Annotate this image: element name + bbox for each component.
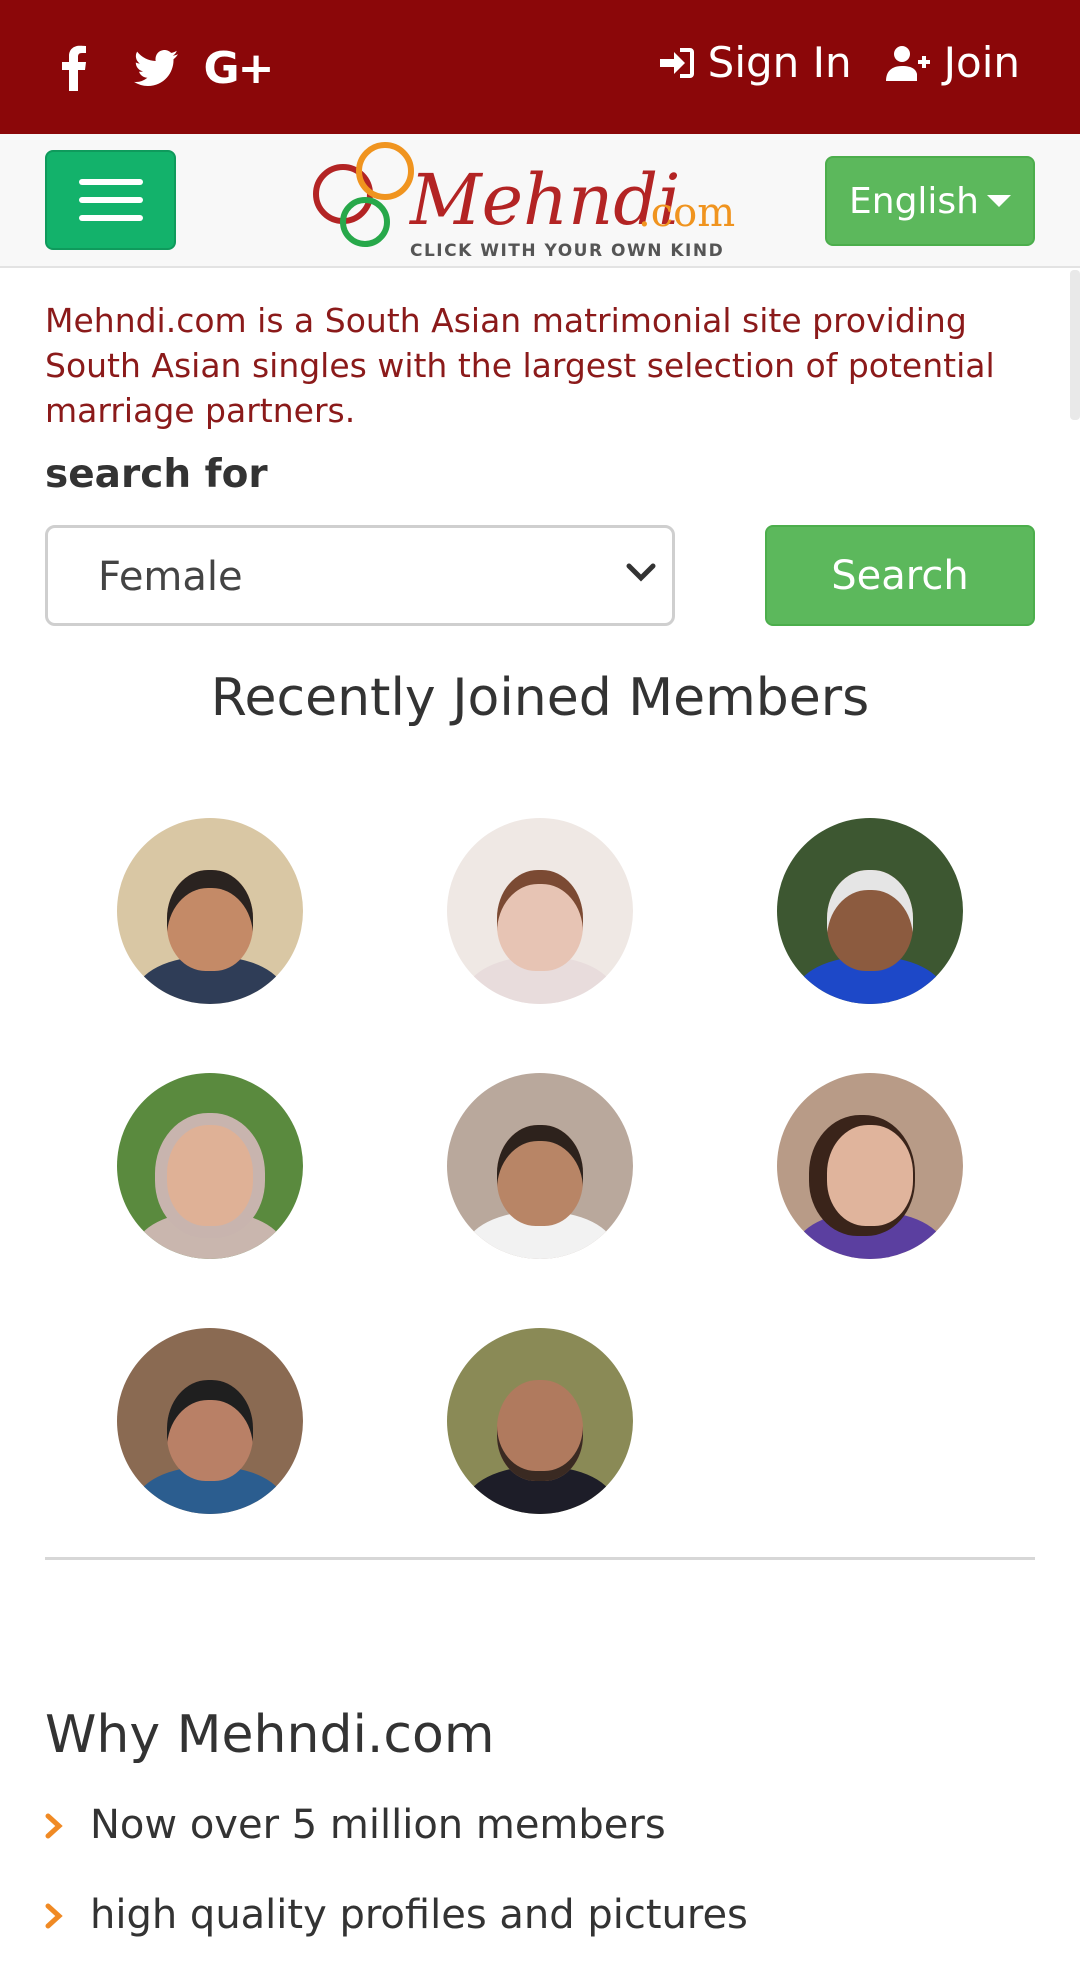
member-avatar[interactable] <box>777 818 963 1004</box>
chevron-right-icon <box>45 1813 63 1839</box>
intro-text: Mehndi.com is a South Asian matrimonial … <box>45 301 995 430</box>
why-title: Why Mehndi.com <box>45 1705 495 1765</box>
language-dropdown[interactable]: English <box>825 156 1035 246</box>
join-link[interactable]: Join <box>885 38 1020 87</box>
section-divider <box>45 1557 1035 1560</box>
chevron-down-icon <box>626 563 656 582</box>
list-item: high quality profiles and pictures <box>45 1890 1035 1940</box>
search-button[interactable]: Search <box>765 525 1035 626</box>
add-user-icon <box>885 45 930 81</box>
facebook-icon[interactable] <box>44 38 104 98</box>
menu-bar-icon <box>78 179 143 185</box>
list-item: Now over 5 million members <box>45 1800 1035 1850</box>
why-list: Now over 5 million members high quality … <box>45 1800 1035 1980</box>
scrollbar[interactable] <box>1070 270 1080 420</box>
gender-select-value: Female <box>98 554 243 600</box>
top-bar: G+ Sign In Join <box>0 0 1080 134</box>
gender-select[interactable]: Female <box>45 525 675 626</box>
search-label: search for <box>45 452 268 497</box>
google-plus-icon[interactable]: G+ <box>204 38 275 98</box>
language-label: English <box>849 180 979 222</box>
hamburger-menu-button[interactable] <box>45 150 176 250</box>
caret-down-icon <box>987 195 1011 207</box>
menu-bar-icon <box>78 215 143 221</box>
social-links: G+ <box>44 38 290 98</box>
member-avatar[interactable] <box>117 818 303 1004</box>
sign-in-link[interactable]: Sign In <box>658 38 852 87</box>
sign-in-label: Sign In <box>707 38 852 87</box>
menu-bar-icon <box>78 197 143 203</box>
svg-text:CLICK WITH YOUR OWN KIND: CLICK WITH YOUR OWN KIND <box>410 241 724 261</box>
why-item-text: Now over 5 million members <box>90 1802 666 1848</box>
twitter-icon[interactable] <box>126 38 186 98</box>
member-avatar[interactable] <box>777 1073 963 1259</box>
join-label: Join <box>943 38 1020 87</box>
member-avatar[interactable] <box>117 1328 303 1514</box>
recent-members-title: Recently Joined Members <box>210 668 870 728</box>
member-avatar[interactable] <box>447 1328 633 1514</box>
member-avatar[interactable] <box>447 818 633 1004</box>
why-item-text: high quality profiles and pictures <box>90 1892 748 1938</box>
mehndi-logo[interactable]: Mehndi .com CLICK WITH YOUR OWN KIND <box>305 136 735 266</box>
svg-text:.com: .com <box>638 190 735 236</box>
member-avatar[interactable] <box>117 1073 303 1259</box>
member-avatar[interactable] <box>447 1073 633 1259</box>
header-nav: Mehndi .com CLICK WITH YOUR OWN KIND Eng… <box>0 134 1080 268</box>
sign-in-icon <box>659 47 694 78</box>
chevron-right-icon <box>45 1903 63 1929</box>
auth-links: Sign In Join <box>658 38 1020 87</box>
